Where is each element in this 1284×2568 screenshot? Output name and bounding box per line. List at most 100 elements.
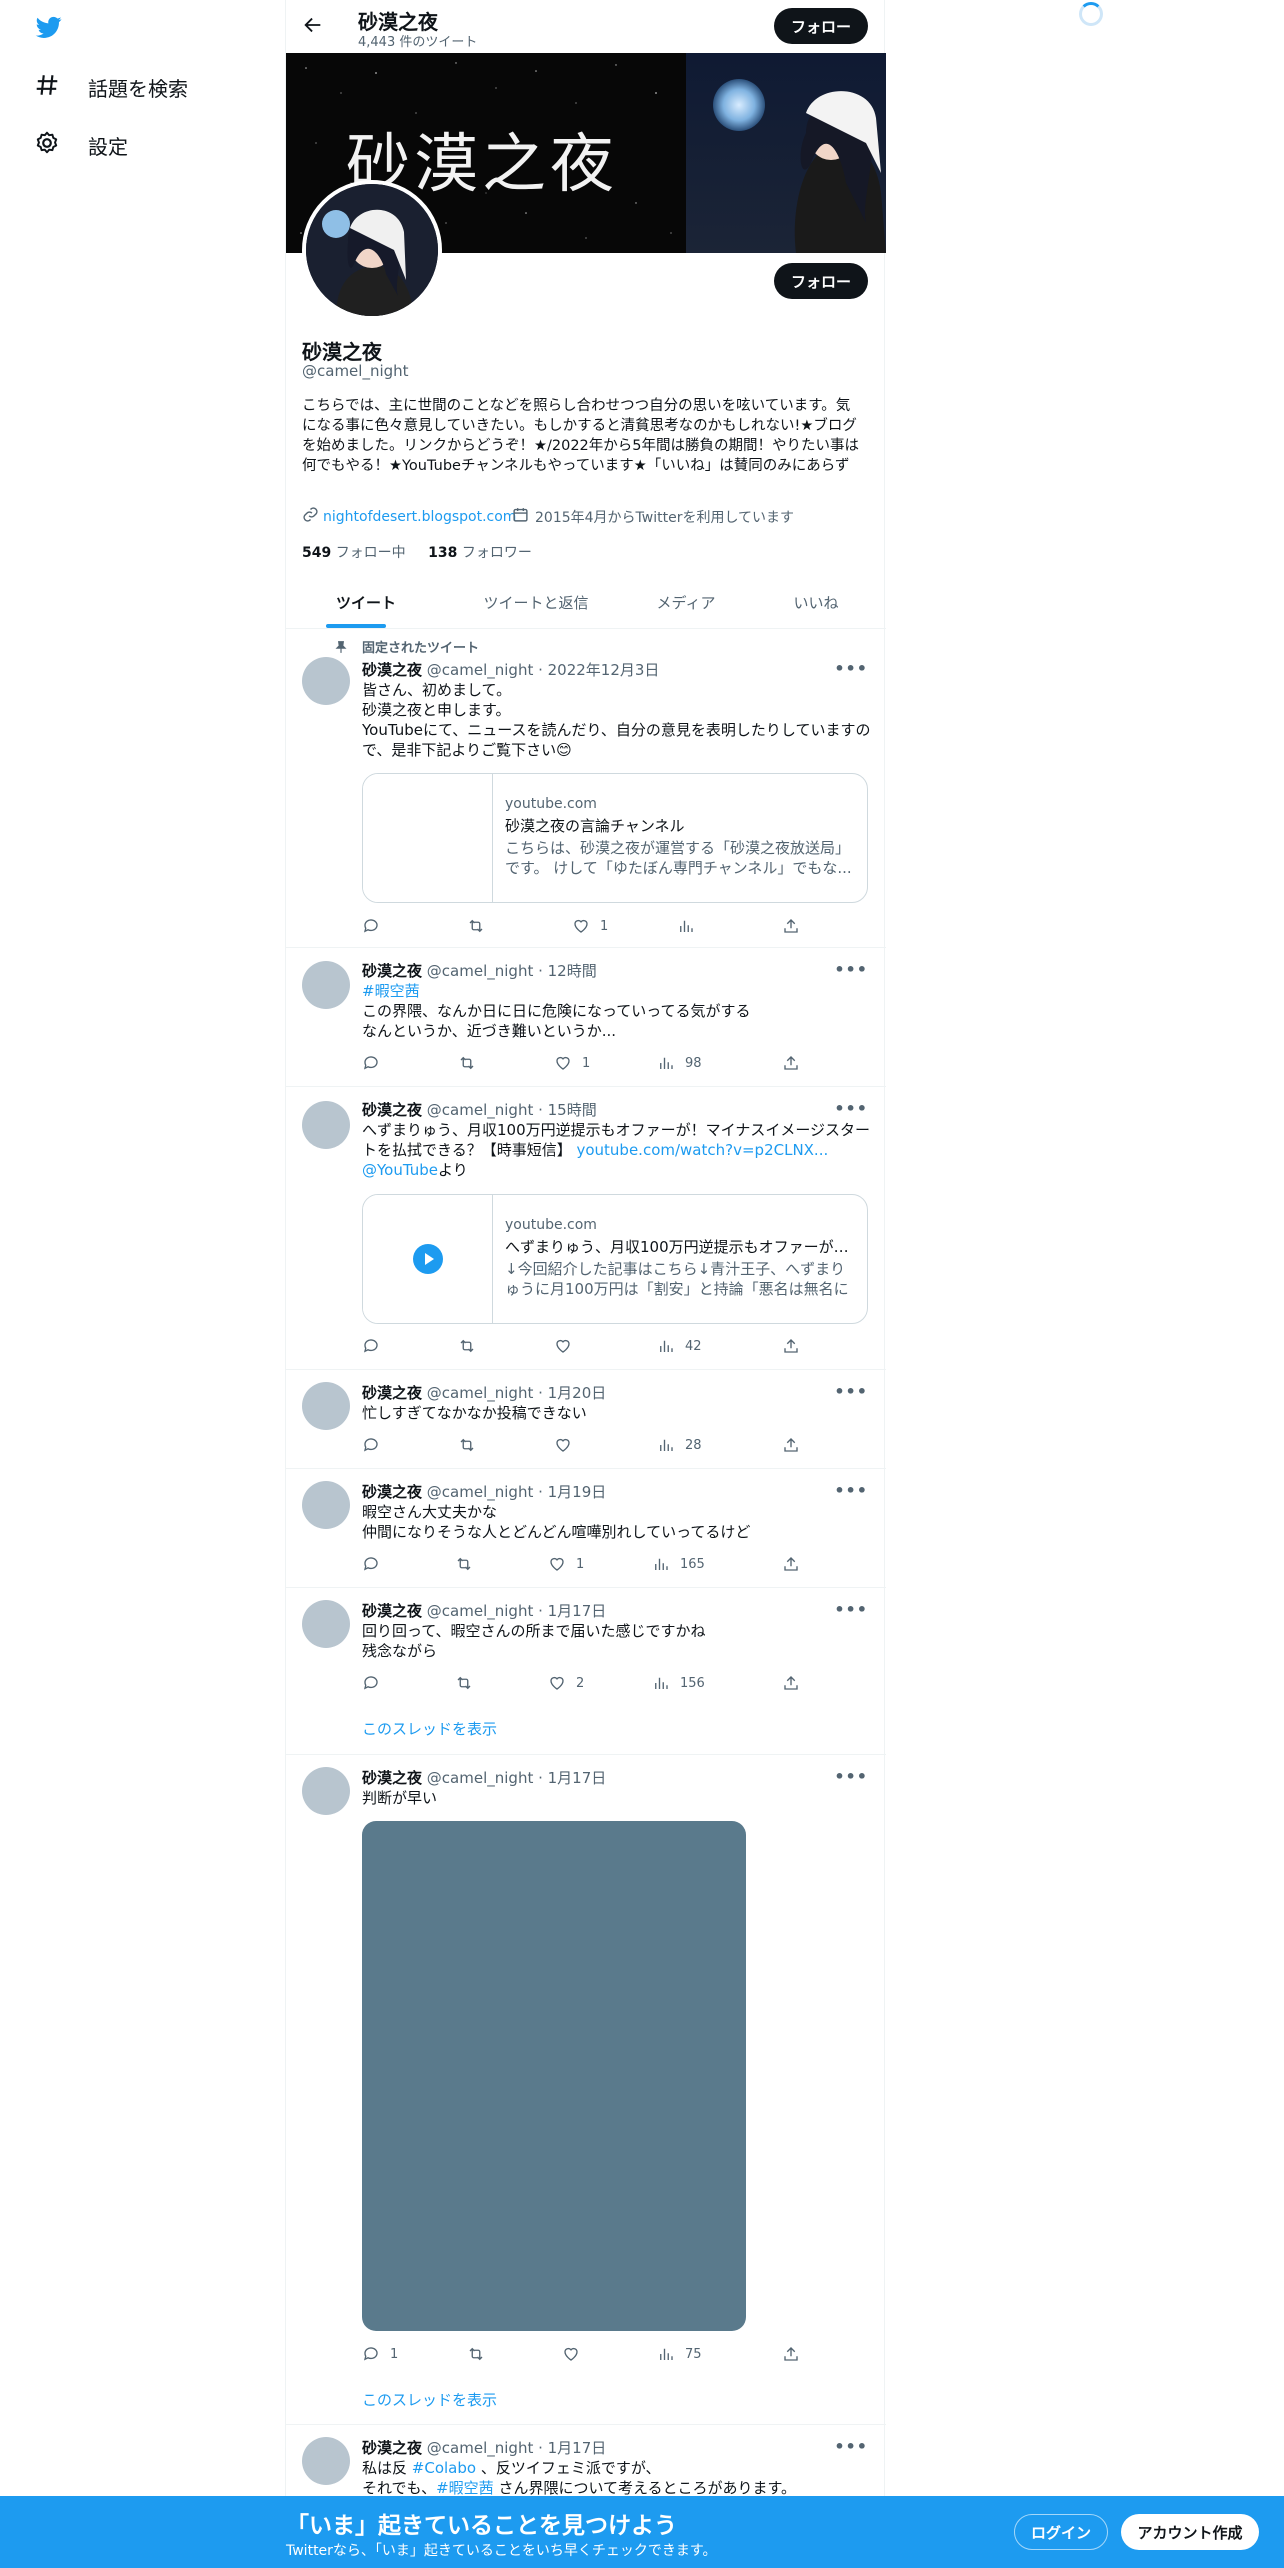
- tab-tweets-replies[interactable]: ツイートと返信: [456, 592, 616, 628]
- share-button[interactable]: [782, 1436, 800, 1454]
- avatar[interactable]: [302, 1600, 350, 1648]
- tweet-actions: 1 75: [362, 2345, 802, 2365]
- more-icon[interactable]: •••: [834, 960, 868, 979]
- more-icon[interactable]: •••: [834, 659, 868, 678]
- views-button[interactable]: 75: [657, 2345, 702, 2363]
- tweet-author[interactable]: 砂漠之夜: [362, 661, 422, 679]
- views-count: 165: [680, 1556, 705, 1572]
- tab-media[interactable]: メディア: [636, 592, 736, 628]
- share-icon: [784, 1339, 798, 1353]
- share-button[interactable]: [782, 1054, 800, 1072]
- reply-button[interactable]: [362, 1555, 390, 1573]
- avatar[interactable]: [302, 961, 350, 1009]
- mention-link[interactable]: @YouTube: [362, 1161, 438, 1179]
- show-thread-link[interactable]: このスレッドを表示: [362, 1718, 497, 1739]
- tweet-author[interactable]: 砂漠之夜: [362, 1101, 422, 1119]
- like-button[interactable]: 1: [554, 1054, 590, 1072]
- like-button[interactable]: [562, 2345, 590, 2363]
- avatar[interactable]: [302, 1382, 350, 1430]
- show-thread-link[interactable]: このスレッドを表示: [362, 2389, 497, 2410]
- views-button[interactable]: 165: [652, 1555, 705, 1573]
- tweet[interactable]: 砂漠之夜 @camel_night · 1月20日 ••• 忙しすぎてなかなか投…: [286, 1370, 886, 1469]
- tweet[interactable]: 砂漠之夜 @camel_night · 1月19日 ••• 暇空さん大丈夫かな …: [286, 1469, 886, 1588]
- views-button[interactable]: 42: [657, 1337, 702, 1355]
- tweet-text-block: 私は反 #Colabo 、反ツイフェミ派ですが、 それでも、#暇空茜 さん界隈につ…: [362, 2458, 872, 2498]
- login-button[interactable]: ログイン: [1014, 2514, 1108, 2550]
- more-icon[interactable]: •••: [834, 1382, 868, 1401]
- avatar[interactable]: [302, 1767, 350, 1815]
- retweet-button[interactable]: [455, 1674, 473, 1692]
- retweet-button[interactable]: [467, 917, 485, 935]
- tweet[interactable]: 砂漠之夜 @camel_night · 1月17日 ••• 回り回って、暇空さん…: [286, 1588, 886, 1755]
- back-arrow-icon[interactable]: [302, 14, 326, 38]
- avatar[interactable]: [302, 1481, 350, 1529]
- hashtag-link[interactable]: #暇空茜: [436, 2479, 494, 2497]
- more-icon[interactable]: •••: [834, 1767, 868, 1786]
- tweet-author[interactable]: 砂漠之夜: [362, 1384, 422, 1402]
- tweet-meta: @camel_night · 1月17日: [426, 1769, 607, 1787]
- more-icon[interactable]: •••: [834, 1481, 868, 1500]
- tweet-pinned[interactable]: 固定されたツイート 砂漠之夜 @camel_night · 2022年12月3日…: [286, 629, 886, 948]
- retweet-button[interactable]: [458, 1054, 476, 1072]
- avatar[interactable]: [302, 1101, 350, 1149]
- share-button[interactable]: [782, 1674, 800, 1692]
- views-button[interactable]: 156: [652, 1674, 705, 1692]
- avatar[interactable]: [302, 657, 350, 705]
- reply-button[interactable]: [362, 1436, 390, 1454]
- reply-button[interactable]: [362, 1674, 390, 1692]
- profile-follow-button[interactable]: フォロー: [774, 263, 868, 299]
- tweet-media-image[interactable]: [362, 1821, 746, 2331]
- more-icon[interactable]: •••: [834, 2437, 868, 2456]
- tweet-author[interactable]: 砂漠之夜: [362, 962, 422, 980]
- share-button[interactable]: [782, 1555, 800, 1573]
- retweet-button[interactable]: [467, 2345, 485, 2363]
- reply-button[interactable]: [362, 1337, 390, 1355]
- url-link[interactable]: youtube.com/watch?v=p2CLNX...: [576, 1141, 828, 1159]
- share-button[interactable]: [782, 1337, 800, 1355]
- tweet[interactable]: 砂漠之夜 @camel_night · 12時間 ••• #暇空茜 この界隈、な…: [286, 948, 886, 1087]
- nav-settings[interactable]: 設定: [34, 130, 128, 161]
- avatar[interactable]: [302, 2437, 350, 2485]
- like-button[interactable]: 1: [548, 1555, 584, 1573]
- hashtag-link[interactable]: #暇空茜: [362, 982, 420, 1000]
- share-button[interactable]: [782, 2345, 800, 2363]
- create-account-button[interactable]: アカウント作成: [1121, 2514, 1259, 2550]
- like-button[interactable]: 1: [572, 917, 608, 935]
- website-link[interactable]: nightofdesert.blogspot.com: [323, 509, 516, 525]
- hashtag-link[interactable]: #Colabo: [412, 2459, 476, 2477]
- like-button[interactable]: 2: [548, 1674, 584, 1692]
- views-button[interactable]: 28: [657, 1436, 702, 1454]
- reply-count: 1: [390, 2346, 399, 2362]
- followers-link[interactable]: 138 フォロワー: [428, 545, 532, 561]
- more-icon[interactable]: •••: [834, 1099, 868, 1118]
- like-button[interactable]: [554, 1337, 582, 1355]
- tweet-author[interactable]: 砂漠之夜: [362, 1769, 422, 1787]
- like-button[interactable]: [554, 1436, 582, 1454]
- reply-button[interactable]: [362, 1054, 390, 1072]
- following-link[interactable]: 549 フォロー中: [302, 545, 406, 561]
- views-button[interactable]: 98: [657, 1054, 702, 1072]
- nav-explore[interactable]: 話題を検索: [34, 72, 188, 103]
- reply-button[interactable]: [362, 917, 390, 935]
- tweet-author[interactable]: 砂漠之夜: [362, 1602, 422, 1620]
- tab-likes[interactable]: いいね: [766, 592, 866, 628]
- tab-tweets[interactable]: ツイート: [316, 592, 416, 628]
- play-icon[interactable]: [413, 1244, 443, 1274]
- retweet-button[interactable]: [458, 1436, 476, 1454]
- profile-avatar[interactable]: [302, 180, 442, 320]
- reply-button[interactable]: 1: [362, 2345, 398, 2363]
- header-follow-button[interactable]: フォロー: [774, 8, 868, 44]
- link-card[interactable]: youtube.com 砂漠之夜の言論チャンネル こちらは、砂漠之夜が運営する「…: [362, 773, 868, 903]
- tweet-author[interactable]: 砂漠之夜: [362, 2439, 422, 2457]
- video-card[interactable]: youtube.com へずまりゅう、月収100万円逆提示もオファーが！... …: [362, 1194, 868, 1324]
- tweet-header: 砂漠之夜 @camel_night · 15時間: [362, 1099, 597, 1120]
- tweet[interactable]: 砂漠之夜 @camel_night · 1月17日 ••• 判断が早い 1 75…: [286, 1755, 886, 2425]
- more-icon[interactable]: •••: [834, 1600, 868, 1619]
- tweet[interactable]: 砂漠之夜 @camel_night · 15時間 ••• へずまりゅう、月収10…: [286, 1087, 886, 1370]
- twitter-logo-icon[interactable]: [34, 14, 64, 40]
- retweet-button[interactable]: [455, 1555, 473, 1573]
- share-button[interactable]: [782, 917, 800, 935]
- retweet-button[interactable]: [458, 1337, 476, 1355]
- tweet-author[interactable]: 砂漠之夜: [362, 1483, 422, 1501]
- views-button[interactable]: [677, 917, 705, 935]
